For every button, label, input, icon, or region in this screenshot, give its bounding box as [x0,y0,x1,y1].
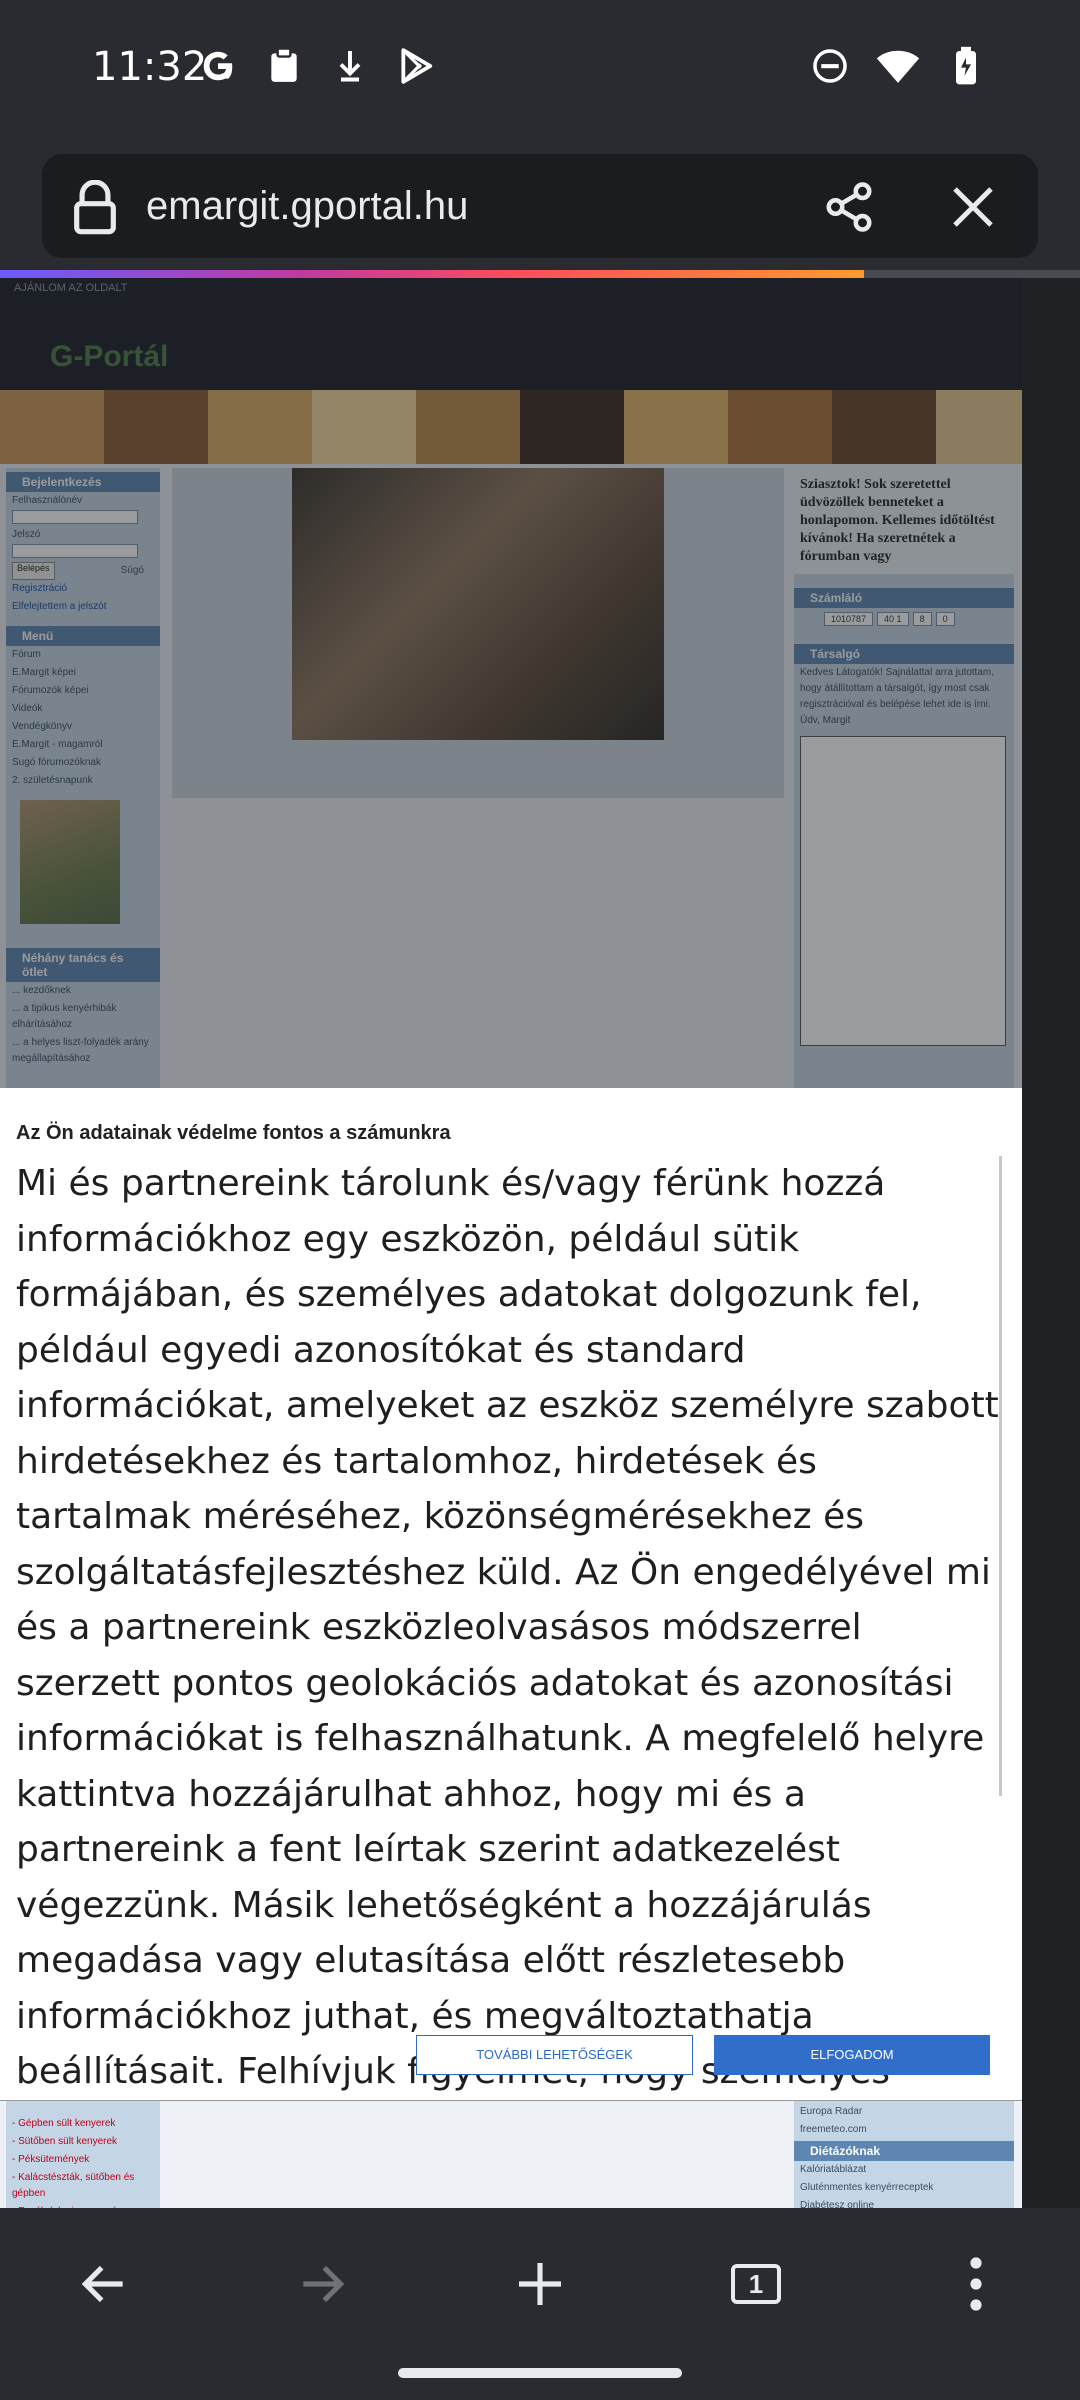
arrow-left-icon [81,2265,123,2303]
consent-title: Az Ön adatainak védelme fontos a számunk… [16,1122,451,1144]
weather-link[interactable]: Europa Radar [794,2103,1014,2121]
url-text[interactable]: emargit.gportal.hu [146,184,468,229]
more-vert-icon [970,2257,982,2311]
browser-toolbar: emargit.gportal.hu [0,140,1080,272]
screen: 11:32 emargit.gportal.hu AJÁNLOM AZ OLDA… [0,0,1080,2400]
recipe-category-list: - Gépben sült kenyerek - Sütőben sült ken… [6,2101,160,2217]
diet-link[interactable]: Gluténmentes kenyérreceptek [794,2179,1014,2197]
browser-bottom-bar: 1 [0,2208,1080,2400]
gesture-handle[interactable] [398,2368,682,2378]
menu-button[interactable] [940,2248,1012,2320]
weather-link[interactable]: freemeteo.com [794,2121,1014,2139]
status-time: 11:32 [92,44,208,90]
new-tab-button[interactable] [504,2248,576,2320]
dnd-icon [808,44,852,88]
forward-button[interactable] [286,2248,358,2320]
diet-link[interactable]: Kalóriatáblázat [794,2161,1014,2179]
notification-icons [196,44,438,88]
close-icon[interactable] [946,180,1000,234]
web-page-bottom: - Gépben sült kenyerek - Sütőben sült ken… [0,2100,1022,2217]
tab-count: 1 [731,2264,781,2304]
more-options-button[interactable]: TOVÁBBI LEHETŐSÉGEK [416,2035,693,2075]
plus-icon [519,2263,561,2305]
tab-switcher-button[interactable]: 1 [720,2248,792,2320]
lock-icon[interactable] [70,179,120,236]
url-bar[interactable]: emargit.gportal.hu [42,154,1038,258]
page-load-progress [0,270,1080,278]
wifi-icon [876,44,920,88]
battery-icon [944,44,988,88]
clipboard-icon [262,44,306,88]
progress-fill [0,270,864,278]
arrow-right-icon [303,2265,345,2303]
recipe-category-item[interactable]: - Gépben sült kenyerek [6,2115,160,2133]
links-sidebar: Europa Radar freemeteo.com Diétázóknak Ka… [794,2101,1014,2211]
consent-dialog: Az Ön adatainak védelme fontos a számunk… [0,1088,1022,2112]
recipe-category-item[interactable]: - Kalácstészták, sütőben és gépben [6,2169,160,2203]
diet-title: Diétázóknak [794,2141,1014,2161]
play-store-icon [394,44,438,88]
status-bar: 11:32 [0,0,1080,140]
consent-body-scroll[interactable]: Mi és partnereink tárolunk és/vagy férün… [0,1156,1004,2112]
consent-body: Mi és partnereink tárolunk és/vagy férün… [16,1163,999,2112]
share-icon[interactable] [822,180,876,234]
back-button[interactable] [68,2248,140,2320]
recipe-category-item[interactable]: - Sütőben sült kenyerek [6,2133,160,2151]
system-icons [808,44,988,88]
accept-button[interactable]: ELFOGADOM [714,2035,990,2075]
download-arrow-icon [328,44,372,88]
consent-scrollbar[interactable] [999,1156,1002,1796]
google-icon [196,44,240,88]
recipe-category-item[interactable]: - Péksütemények [6,2151,160,2169]
page-dim-overlay [0,278,1022,1088]
